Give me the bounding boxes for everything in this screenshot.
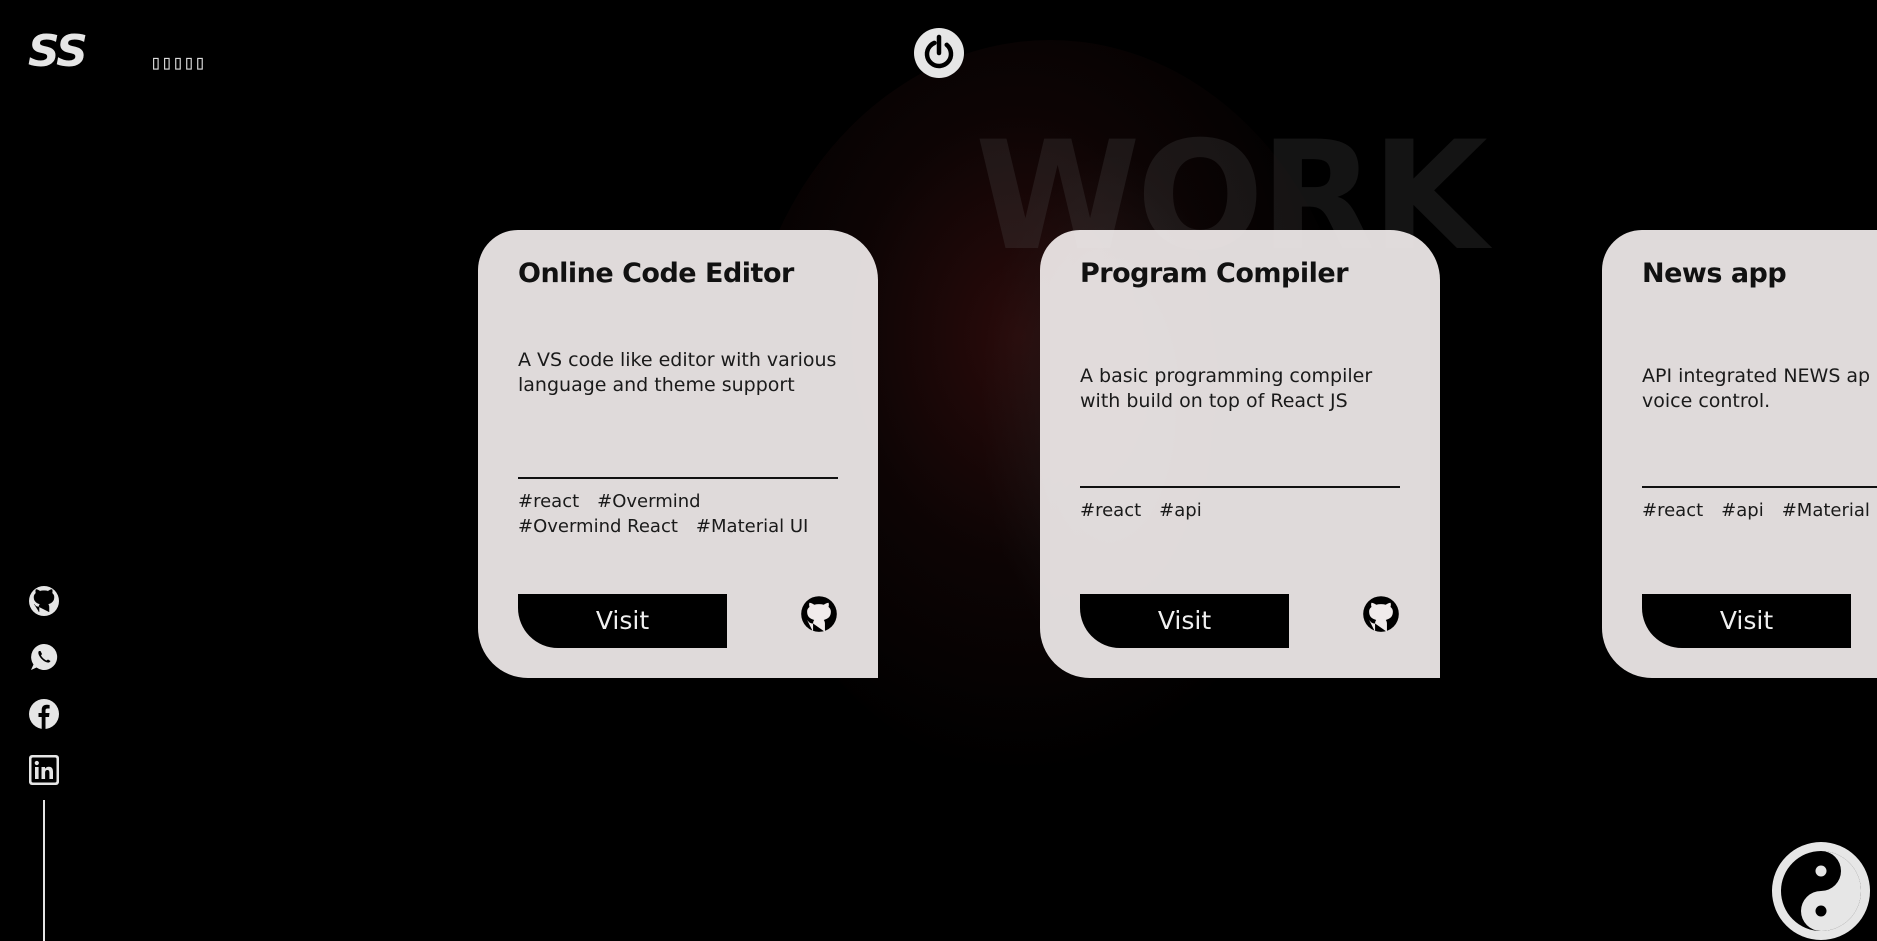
facebook-icon: [29, 699, 59, 729]
project-title: News app: [1642, 258, 1787, 289]
project-title: Program Compiler: [1080, 258, 1349, 289]
power-button[interactable]: [914, 28, 964, 78]
github-icon: [1363, 596, 1399, 632]
project-tag: #Overmind: [597, 491, 701, 512]
card-divider: [1080, 486, 1400, 488]
page: WORK SS ▯▯▯▯▯ Online Code Editor A VS co…: [0, 0, 1877, 941]
github-icon: [29, 586, 59, 616]
github-social-link[interactable]: [28, 585, 60, 617]
facebook-social-link[interactable]: [28, 698, 60, 730]
project-card: News app API integrated NEWS ap voice co…: [1602, 230, 1877, 678]
visit-button[interactable]: Visit: [1642, 594, 1851, 648]
project-card: Program Compiler A basic programming com…: [1040, 230, 1440, 678]
project-tags: #react #api #Material U: [1642, 498, 1877, 523]
project-tag: #Material U: [1781, 500, 1877, 521]
visit-button[interactable]: Visit: [1080, 594, 1289, 648]
whatsapp-social-link[interactable]: [28, 641, 60, 673]
project-tag: #api: [1721, 500, 1764, 521]
project-description: A basic programming compiler with build …: [1080, 365, 1373, 412]
card-divider: [1642, 486, 1877, 488]
repo-link[interactable]: [800, 595, 838, 633]
project-description: API integrated NEWS ap voice control.: [1642, 364, 1877, 414]
linkedin-social-link[interactable]: [28, 754, 60, 786]
project-tags: #react #Overmind #Overmind React #Material…: [518, 489, 848, 539]
project-tag: #Overmind React: [518, 516, 678, 537]
project-tag: #api: [1159, 500, 1202, 521]
github-icon: [801, 596, 837, 632]
project-tags: #react #api: [1080, 498, 1410, 523]
repo-link[interactable]: [1362, 595, 1400, 633]
project-tag: #react: [1080, 500, 1142, 521]
power-icon: [924, 34, 954, 69]
social-divider-line: [43, 800, 45, 941]
language-toggle[interactable]: ▯▯▯▯▯: [150, 50, 206, 74]
project-tag: #react: [1642, 500, 1704, 521]
project-card: Online Code Editor A VS code like editor…: [478, 230, 878, 678]
whatsapp-icon: [31, 643, 58, 670]
card-divider: [518, 477, 838, 479]
visit-button[interactable]: Visit: [518, 594, 727, 648]
project-tag: #react: [518, 491, 580, 512]
project-description: A VS code like editor with various langu…: [518, 349, 837, 396]
site-logo[interactable]: SS: [28, 26, 88, 77]
project-description-text: API integrated NEWS ap voice control.: [1642, 365, 1871, 412]
linkedin-icon: [29, 755, 59, 785]
project-tag: #Material UI: [695, 516, 809, 537]
theme-toggle-button[interactable]: [1772, 842, 1870, 940]
project-title: Online Code Editor: [518, 258, 794, 289]
yin-yang-icon: [1781, 851, 1861, 931]
